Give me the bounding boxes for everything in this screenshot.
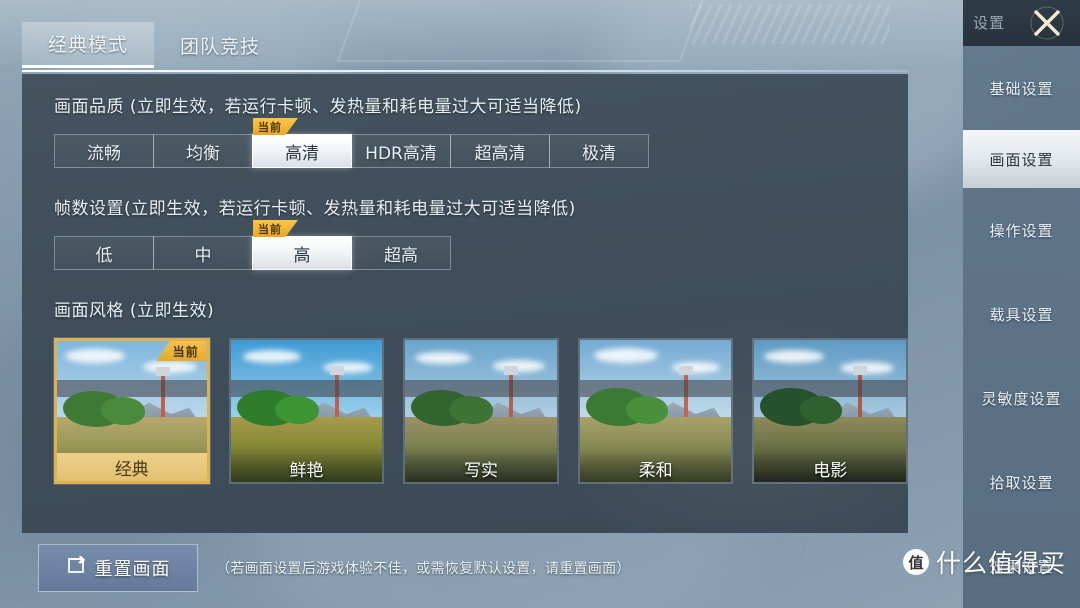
framerate-option-medium-label: 中 bbox=[194, 245, 212, 266]
quality-option-liuchang-label: 流畅 bbox=[87, 143, 121, 164]
style-card-realistic[interactable]: 写实 bbox=[403, 338, 559, 484]
sidebar-item-pickup-settings[interactable]: 拾取设置 bbox=[963, 440, 1080, 524]
mode-tabs: 经典模式 团队竞技 bbox=[22, 22, 286, 68]
style-card-soft[interactable]: 柔和 bbox=[577, 338, 734, 484]
close-icon[interactable] bbox=[1028, 4, 1066, 42]
sidebar-item-sensitivity-settings-label: 灵敏度设置 bbox=[981, 389, 1062, 408]
watermark: 值 什么值得买 bbox=[902, 544, 1066, 580]
quality-option-hdr-gaoqing-label: HDR高清 bbox=[365, 143, 437, 164]
reset-icon bbox=[66, 553, 88, 581]
quality-option-chaogaoqing[interactable]: 超高清 bbox=[450, 134, 550, 168]
framerate-option-high-label: 高 bbox=[293, 245, 311, 266]
sidebar-item-vehicle-settings-label: 载具设置 bbox=[989, 305, 1054, 324]
watermark-text: 什么值得买 bbox=[935, 549, 1066, 578]
bottom-bar: 重置画面 （若画面设置后游戏体验不佳，或需恢复默认设置，请重置画面） bbox=[0, 536, 960, 608]
reset-graphics-button[interactable]: 重置画面 bbox=[38, 544, 198, 592]
settings-sidebar: 设置 基础设置 画面设置 操作设置 载具设置 灵敏度设置 拾取设置 效果设置 bbox=[963, 0, 1080, 608]
quality-section-title: 画面品质 (立即生效，若运行卡顿、发热量和耗电量过大可适当降低) bbox=[54, 97, 582, 117]
current-badge-quality: 当前 bbox=[253, 118, 298, 135]
style-card-vivid-label: 鲜艳 bbox=[230, 454, 383, 482]
quality-option-liuchang[interactable]: 流畅 bbox=[54, 134, 154, 168]
framerate-option-low-label: 低 bbox=[95, 245, 113, 266]
style-card-soft-label: 柔和 bbox=[579, 454, 732, 482]
sidebar-item-control-settings[interactable]: 操作设置 bbox=[963, 188, 1080, 272]
quality-segmented-control: 流畅 均衡 当前 高清 HDR高清 超高清 极清 bbox=[54, 118, 908, 168]
settings-panel: 画面品质 (立即生效，若运行卡顿、发热量和耗电量过大可适当降低) 流畅 均衡 当… bbox=[22, 74, 908, 533]
framerate-option-medium[interactable]: 中 bbox=[153, 236, 253, 270]
reset-hint-text: （若画面设置后游戏体验不佳，或需恢复默认设置，请重置画面） bbox=[216, 561, 631, 577]
tab-classic-mode[interactable]: 经典模式 bbox=[22, 22, 155, 68]
style-section-title: 画面风格 (立即生效) bbox=[54, 301, 215, 321]
reset-graphics-button-label: 重置画面 bbox=[94, 559, 171, 580]
sidebar-item-basic-settings[interactable]: 基础设置 bbox=[963, 46, 1080, 130]
sidebar-item-sensitivity-settings[interactable]: 灵敏度设置 bbox=[963, 356, 1080, 440]
quality-option-gaoqing[interactable]: 当前 高清 bbox=[252, 118, 352, 168]
framerate-option-low[interactable]: 低 bbox=[54, 236, 154, 270]
quality-option-jiqing[interactable]: 极清 bbox=[549, 134, 649, 168]
watermark-logo-icon: 值 bbox=[902, 549, 929, 575]
style-card-list: 当前 经典 鲜艳 写实 柔和 电影 bbox=[54, 338, 908, 484]
style-card-cinematic-label: 电影 bbox=[754, 454, 907, 482]
quality-option-jiqing-label: 极清 bbox=[582, 143, 616, 164]
framerate-option-ultra[interactable]: 超高 bbox=[351, 236, 451, 270]
quality-option-junheng-label: 均衡 bbox=[186, 143, 220, 164]
current-badge-framerate: 当前 bbox=[253, 220, 298, 237]
sidebar-item-graphics-settings-label: 画面设置 bbox=[989, 150, 1054, 169]
sidebar-header: 设置 bbox=[963, 0, 1080, 46]
sidebar-item-pickup-settings-label: 拾取设置 bbox=[989, 473, 1054, 492]
style-card-classic-label: 经典 bbox=[57, 453, 207, 481]
quality-option-hdr-gaoqing[interactable]: HDR高清 bbox=[351, 134, 451, 168]
tab-divider bbox=[22, 70, 908, 72]
framerate-option-high[interactable]: 当前 高 bbox=[252, 220, 352, 270]
style-card-realistic-label: 写实 bbox=[405, 454, 557, 482]
quality-option-junheng[interactable]: 均衡 bbox=[153, 134, 253, 168]
sidebar-title: 设置 bbox=[973, 14, 1006, 32]
tab-team-deathmatch-label: 团队竞技 bbox=[180, 35, 261, 58]
sidebar-item-basic-settings-label: 基础设置 bbox=[989, 79, 1054, 98]
sidebar-item-graphics-settings[interactable]: 画面设置 bbox=[963, 130, 1080, 188]
tab-classic-mode-label: 经典模式 bbox=[48, 34, 129, 56]
framerate-option-ultra-label: 超高 bbox=[384, 245, 418, 266]
tab-team-deathmatch[interactable]: 团队竞技 bbox=[154, 22, 286, 68]
quality-option-gaoqing-label: 高清 bbox=[285, 143, 319, 164]
sidebar-item-control-settings-label: 操作设置 bbox=[989, 221, 1054, 240]
style-card-cinematic[interactable]: 电影 bbox=[752, 338, 908, 484]
framerate-segmented-control: 低 中 当前 高 超高 bbox=[54, 220, 908, 270]
quality-option-chaogaoqing-label: 超高清 bbox=[474, 143, 526, 164]
style-card-classic[interactable]: 当前 经典 bbox=[54, 338, 210, 484]
sidebar-item-vehicle-settings[interactable]: 载具设置 bbox=[963, 272, 1080, 356]
style-card-vivid[interactable]: 鲜艳 bbox=[228, 338, 385, 484]
framerate-section-title: 帧数设置(立即生效，若运行卡顿、发热量和耗电量过大可适当降低) bbox=[54, 199, 576, 219]
